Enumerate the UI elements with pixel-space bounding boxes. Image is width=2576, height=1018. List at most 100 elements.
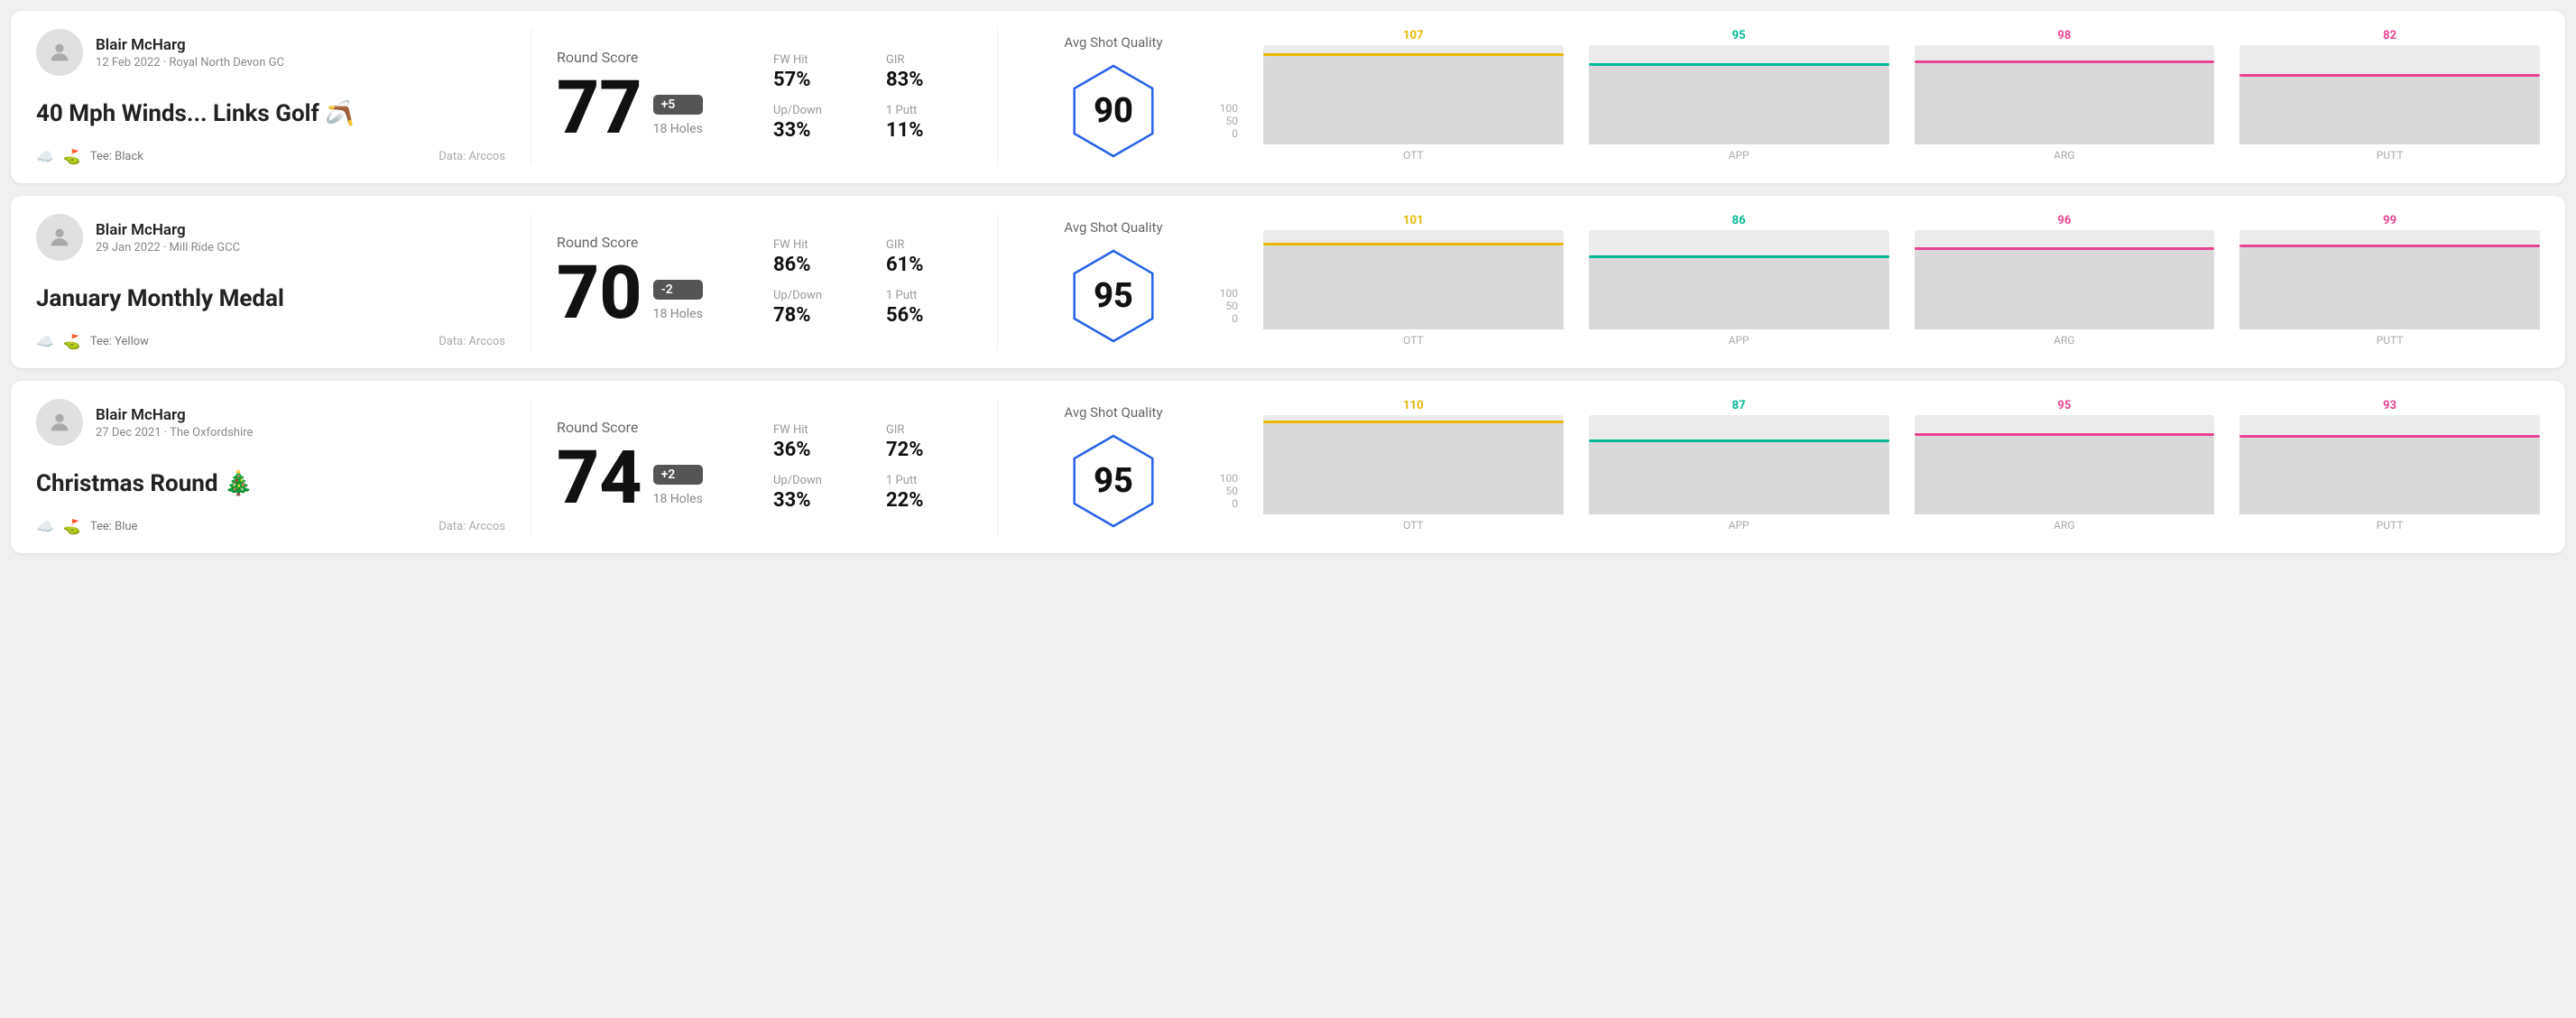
bar-label: ARG xyxy=(2054,519,2074,532)
bar-wrapper xyxy=(1589,230,1889,329)
score-section: Round Score 74+218 Holes xyxy=(557,399,755,535)
section-divider-2 xyxy=(997,214,998,350)
bar-color-line xyxy=(1263,53,1564,56)
bar-group-putt: 99PUTT xyxy=(2239,214,2540,347)
stat-up-down: Up/Down33% xyxy=(773,474,859,512)
bar-fill xyxy=(1263,56,1564,144)
y-axis-label: 100 xyxy=(1220,472,1238,485)
score-row: 74+218 Holes xyxy=(557,441,755,515)
stat-up-down-value: 33% xyxy=(773,119,859,142)
bar-fill xyxy=(2239,247,2540,329)
bar-group-ott: 110OTT xyxy=(1263,399,1564,532)
y-axis-label: 0 xyxy=(1232,312,1238,325)
bar-label: APP xyxy=(1729,519,1750,532)
stats-section: FW Hit57%GIR83%Up/Down33%1 Putt11% xyxy=(755,29,972,165)
bar-fill xyxy=(2239,438,2540,514)
quality-section: Avg Shot Quality95 xyxy=(1041,214,1186,350)
bar-label: APP xyxy=(1729,149,1750,162)
tee-label: Tee: Blue xyxy=(90,520,138,533)
stat-gir-label: GIR xyxy=(886,53,972,67)
user-info: Blair McHarg27 Dec 2021 · The Oxfordshir… xyxy=(36,399,505,446)
score-number: 77 xyxy=(557,71,642,145)
stat-one-putt-value: 11% xyxy=(886,119,972,142)
weather-icon: ☁️ xyxy=(36,148,54,165)
tee-icon: ⛳ xyxy=(63,148,81,165)
bar-value-label: 86 xyxy=(1732,214,1746,227)
bar-fill xyxy=(1915,63,2215,144)
bar-group-ott: 101OTT xyxy=(1263,214,1564,347)
quality-section: Avg Shot Quality 90 xyxy=(1041,29,1186,165)
bar-wrapper xyxy=(2239,45,2540,144)
y-axis: 100500 xyxy=(1213,458,1238,532)
bar-fill xyxy=(1589,66,1889,144)
score-holes: 18 Holes xyxy=(653,307,703,321)
stat-gir: GIR72% xyxy=(886,423,972,461)
section-divider-2 xyxy=(997,399,998,535)
stat-gir-label: GIR xyxy=(886,238,972,252)
bar-color-line xyxy=(1589,255,1889,258)
round-title: 40 Mph Winds... Links Golf 🪃 xyxy=(36,100,505,127)
user-date: 29 Jan 2022 · Mill Ride GCC xyxy=(96,241,240,255)
stat-up-down-label: Up/Down xyxy=(773,289,859,302)
stat-up-down-value: 78% xyxy=(773,304,859,327)
user-name: Blair McHarg xyxy=(96,36,284,54)
bar-group-arg: 98ARG xyxy=(1915,29,2215,162)
hex-score: 90 xyxy=(1094,91,1133,131)
stat-gir-value: 83% xyxy=(886,69,972,91)
hex-quality-container: 95 xyxy=(1064,431,1163,531)
tee-icon: ⛳ xyxy=(63,333,81,350)
quality-label: Avg Shot Quality xyxy=(1064,404,1162,421)
bar-group-app: 86 APP xyxy=(1589,214,1889,347)
score-detail: +218 Holes xyxy=(653,465,703,515)
stat-gir: GIR 83% xyxy=(886,53,972,91)
bar-fill xyxy=(1589,258,1889,329)
user-info: Blair McHarg12 Feb 2022 · Royal North De… xyxy=(36,29,505,76)
bottom-info: ☁️⛳Tee: YellowData: Arccos xyxy=(36,333,505,350)
y-axis-label: 100 xyxy=(1220,102,1238,115)
bar-color-line xyxy=(1589,440,1889,442)
quality-label: Avg Shot Quality xyxy=(1064,34,1162,51)
section-divider-2 xyxy=(997,29,998,165)
bar-wrapper xyxy=(2239,415,2540,514)
bar-wrapper xyxy=(1915,45,2215,144)
bar-group-arg: 96ARG xyxy=(1915,214,2215,347)
bar-label: OTT xyxy=(1403,149,1424,162)
bar-label: OTT xyxy=(1403,334,1424,347)
bar-fill xyxy=(1915,250,2215,329)
bar-value-label: 82 xyxy=(2383,29,2396,42)
bar-chart: 100500101OTT86APP96ARG99PUTT xyxy=(1213,214,2540,347)
quality-section: Avg Shot Quality 95 xyxy=(1041,399,1186,535)
score-row: 77+518 Holes xyxy=(557,71,755,145)
stat-one-putt-label: 1 Putt xyxy=(886,104,972,117)
bar-color-line xyxy=(1589,63,1889,66)
stat-fw-hit-value: 86% xyxy=(773,254,859,276)
bar-wrapper xyxy=(1263,230,1564,329)
user-name: Blair McHarg xyxy=(96,406,253,424)
stat-one-putt-label: 1 Putt xyxy=(886,474,972,487)
tee-icon: ⛳ xyxy=(63,518,81,535)
bar-value-label: 87 xyxy=(1732,399,1746,412)
weather-icon: ☁️ xyxy=(36,333,54,350)
stat-fw-hit: FW Hit36% xyxy=(773,423,859,461)
bar-fill xyxy=(1915,436,2215,514)
score-holes: 18 Holes xyxy=(653,492,703,506)
bar-group-app: 87 APP xyxy=(1589,399,1889,532)
round-card: Blair McHarg12 Feb 2022 · Royal North De… xyxy=(11,11,2565,183)
bar-label: APP xyxy=(1729,334,1750,347)
bar-label: PUTT xyxy=(2377,519,2404,532)
avatar xyxy=(36,214,83,261)
bar-wrapper xyxy=(1589,415,1889,514)
stat-one-putt-value: 56% xyxy=(886,304,972,327)
weather-icon: ☁️ xyxy=(36,518,54,535)
round-left-section: Blair McHarg12 Feb 2022 · Royal North De… xyxy=(36,29,505,165)
score-label: Round Score xyxy=(557,419,755,436)
hex-quality-container: 90 xyxy=(1064,61,1163,161)
score-number: 70 xyxy=(557,256,642,330)
stat-up-down: Up/Down 78% xyxy=(773,289,859,327)
bar-fill xyxy=(2239,77,2540,144)
stat-one-putt: 1 Putt22% xyxy=(886,474,972,512)
round-left-section: Blair McHarg27 Dec 2021 · The Oxfordshir… xyxy=(36,399,505,535)
tee-info: ☁️⛳Tee: Yellow xyxy=(36,333,149,350)
score-row: 70-218 Holes xyxy=(557,256,755,330)
round-card: Blair McHarg27 Dec 2021 · The Oxfordshir… xyxy=(11,381,2565,553)
